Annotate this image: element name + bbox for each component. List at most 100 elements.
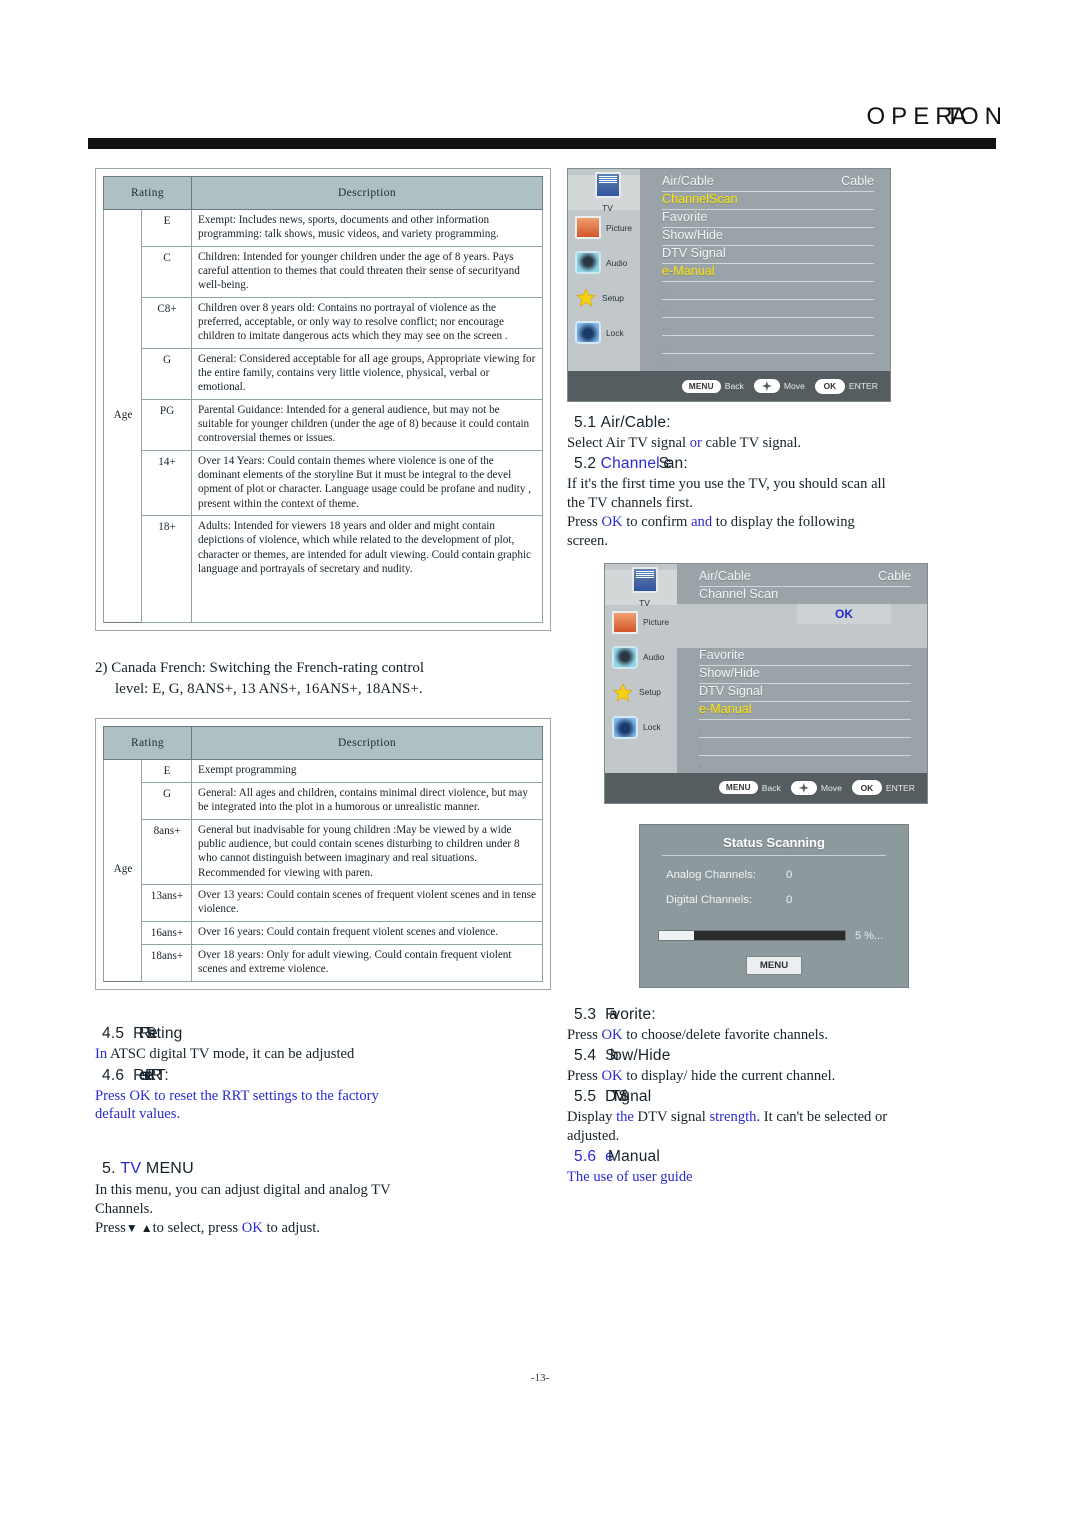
description-cell: Children over 8 years old: Contains no p… — [191, 296, 543, 349]
section-4-5-title-b: T se — [144, 1024, 157, 1042]
section-5-body: In this menu, you can adjust digital and… — [95, 1181, 555, 1238]
menu-item-e-manual[interactable]: e-Manual — [662, 264, 874, 282]
canada-english-rating-table: Rating Description Age E Exempt: Include… — [103, 176, 543, 624]
table-row: PG Parental Guidance: Intended for a gen… — [104, 398, 543, 451]
menu-item-air-cable[interactable]: Air/Cable Cable — [699, 569, 911, 587]
menu-item-dtv-signal[interactable]: DTV Signal — [662, 246, 874, 264]
section-5-4-title-b: ow/Hide — [613, 1046, 671, 1064]
description-cell: Exempt: Includes news, sports, documents… — [191, 209, 543, 247]
section-5-3-body-1: Press — [567, 1026, 602, 1043]
section-4-5-title-a: RR — [133, 1024, 150, 1042]
table-row: 16ans+ Over 16 years: Could contain freq… — [104, 920, 543, 945]
sidebar-item-audio[interactable]: Audio — [568, 245, 640, 280]
menu-button[interactable]: MENU — [718, 781, 758, 795]
progress-bar — [658, 930, 846, 942]
menu-button[interactable]: MENU — [681, 379, 721, 393]
section-4-6-number: 4.6 — [102, 1066, 125, 1084]
section-5-5-body-2: DTV signal — [633, 1108, 710, 1125]
table-row: 14+ Over 14 Years: Could contain themes … — [104, 449, 543, 516]
osd1-footer: MENU Back Move OK ENTER — [568, 371, 890, 401]
rating-cell: C8+ — [141, 296, 192, 349]
digital-channels-row: Digital Channels: 0 — [666, 894, 908, 906]
section-5-body-2: Channels. — [95, 1201, 153, 1218]
header-rule — [88, 138, 996, 149]
sidebar-item-picture[interactable]: Picture — [605, 605, 677, 640]
and-keyword: and — [691, 513, 713, 530]
canada-french-rating-table-wrap: Rating Description Age E Exempt programm… — [95, 717, 551, 990]
section-5-3: 5.3 Favorite: Press OK to choose/delete … — [567, 1006, 992, 1045]
ok-button[interactable]: OK — [851, 780, 882, 796]
section-5-5-body: Display the DTV signal strength. It can'… — [567, 1108, 992, 1146]
section-4-5-body-blue: In — [95, 1045, 108, 1062]
section-4-6-body-2: to reset the RRT settings to the factory — [150, 1087, 379, 1104]
sidebar-item-label: Lock — [643, 722, 661, 733]
section-5-body-3c: to adjust. — [262, 1220, 321, 1237]
sidebar-item-audio[interactable]: Audio — [605, 640, 677, 675]
enter-label: ENTER — [848, 381, 878, 391]
section-4-6: 4.6 Reset RRT: Press OK to reset the RRT… — [95, 1067, 555, 1125]
sidebar-item-tv[interactable]: TV — [568, 172, 640, 213]
col-description: Description — [191, 725, 543, 760]
picture-icon — [575, 216, 601, 239]
ok-button[interactable]: OK — [814, 378, 845, 394]
rating-cell: G — [141, 781, 192, 820]
section-5-1-body: Select Air TV signal or cable TV signal. — [567, 434, 992, 453]
section-4-6-body: Press OK to reset the RRT settings to th… — [95, 1087, 555, 1125]
lock-icon — [575, 321, 601, 344]
section-5-5-body-4: adjusted. — [567, 1127, 620, 1144]
sidebar-item-picture[interactable]: Picture — [568, 210, 640, 245]
section-4-5-number: 4.5 — [102, 1024, 125, 1042]
osd1-menu-list: Air/Cable Cable ChannelScan Favorite Show… — [640, 169, 890, 371]
menu-item-label: DTV Signal — [699, 683, 763, 698]
sidebar-item-setup[interactable]: Setup — [568, 280, 640, 315]
sidebar-item-label: Setup — [639, 687, 661, 698]
menu-item-show-hide[interactable]: Show/Hide — [699, 666, 911, 684]
menu-item-channel-scan[interactable]: Channel Scan — [699, 587, 911, 604]
enter-label: ENTER — [885, 782, 915, 793]
rating-cell: 13ans+ — [141, 883, 192, 922]
section-5-title-tv: TV — [120, 1160, 142, 1178]
strength-keyword: strength — [709, 1108, 757, 1125]
osd2-footer: MENU Back Move OK ENTER — [605, 772, 927, 803]
menu-back-label: Back — [724, 381, 744, 391]
menu-back-label: Back — [761, 782, 781, 793]
section-5-4-body-1: Press — [567, 1067, 602, 1084]
sidebar-item-tv[interactable]: TV — [605, 566, 677, 608]
sidebar-item-lock[interactable]: Lock — [568, 315, 640, 350]
menu-item-blank: . — [699, 738, 911, 756]
sidebar-item-setup[interactable]: Setup — [605, 675, 677, 710]
canada-english-rating-table-wrap: Rating Description Age E Exempt: Include… — [95, 168, 551, 632]
sidebar-item-lock[interactable]: Lock — [605, 710, 677, 745]
section-4-5-body: In ATSC digital TV mode, it can be adjus… — [95, 1045, 555, 1064]
section-5-3-body-2: to choose/delete favorite channels. — [622, 1026, 829, 1043]
move-label: Move — [783, 381, 805, 391]
menu-item-channel-scan[interactable]: ChannelScan — [662, 192, 874, 210]
ok-keyword: OK — [601, 1026, 623, 1043]
menu-item-air-cable[interactable]: Air/Cable Cable — [662, 174, 874, 192]
menu-item-label: Show/Hide — [662, 228, 723, 242]
section-5-2-body-3b: to confirm — [622, 513, 692, 530]
section-5-4-heading: 5.4 Show/Hide — [567, 1047, 992, 1065]
osd1-sidebar: TV Picture Audio Setup Lock — [568, 169, 640, 371]
rating-cell: PG — [141, 398, 192, 451]
description-cell: Over 13 years: Could contain scenes of f… — [191, 883, 543, 922]
rating-cell: 18+ — [141, 514, 192, 624]
menu-item-favorite[interactable]: Favorite — [662, 210, 874, 228]
section-5-6-title-b: Manual — [607, 1147, 661, 1165]
col-description: Description — [191, 176, 543, 210]
menu-item-label: Channel Scan — [699, 586, 779, 601]
menu-item-show-hide[interactable]: Show/Hide — [662, 228, 874, 246]
menu-item-e-manual[interactable]: e-Manual — [699, 702, 911, 720]
description-cell: Over 14 Years: Could contain themes wher… — [191, 449, 543, 516]
scan-menu-button[interactable]: MENU — [746, 955, 802, 975]
menu-item-favorite[interactable]: Favorite — [699, 648, 911, 666]
section-5-4-title-a: Sh — [605, 1046, 618, 1064]
rating-cell: 16ans+ — [141, 920, 192, 945]
lock-icon — [612, 715, 638, 739]
col-rating: Rating — [103, 725, 192, 760]
ok-confirm-popup[interactable]: OK — [797, 603, 891, 624]
section-5-5-heading: 5.5 DTV Signal — [567, 1088, 992, 1106]
section-5-2-body-3a: Press — [567, 513, 602, 530]
right-column: TV Picture Audio Setup Lock Air/Cable Ca… — [567, 168, 992, 1187]
menu-item-dtv-signal[interactable]: DTV Signal — [699, 684, 911, 702]
